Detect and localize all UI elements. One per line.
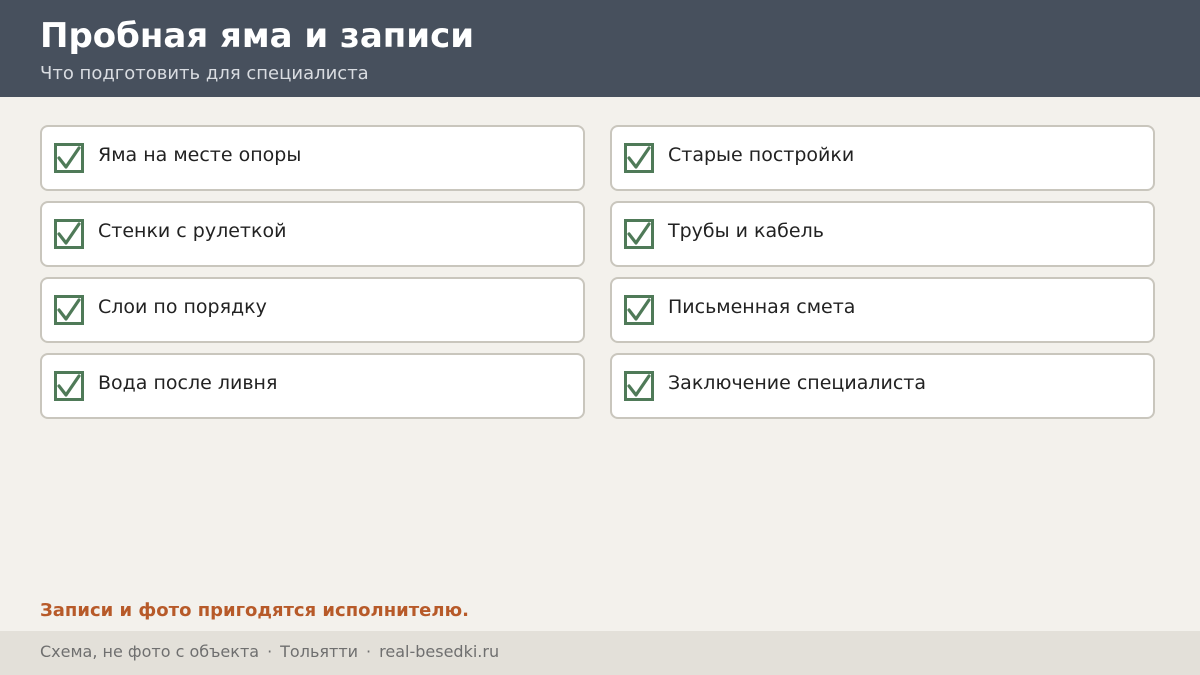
checkbox-checked-icon[interactable]: [624, 295, 654, 325]
note-text: Записи и фото пригодятся исполнителю.: [40, 600, 469, 621]
checklist-item-label: Старые постройки: [668, 144, 855, 166]
checkbox-checked-icon[interactable]: [624, 219, 654, 249]
checklist-item-label: Стенки с рулеткой: [98, 220, 287, 242]
checklist-item[interactable]: Старые постройки: [610, 125, 1155, 191]
header-banner: Пробная яма и записи Что подготовить для…: [0, 0, 1200, 97]
footer-city: Тольятти: [280, 642, 359, 661]
checkbox-checked-icon[interactable]: [54, 295, 84, 325]
footer-site-link[interactable]: real-besedki.ru: [379, 642, 499, 661]
footer-separator: ·: [267, 642, 273, 661]
checklist-item[interactable]: Слои по порядку: [40, 277, 585, 343]
checklist-item-label: Вода после ливня: [98, 372, 278, 394]
footer-caption: Схема, не фото с объекта: [40, 642, 260, 661]
checklist-item[interactable]: Вода после ливня: [40, 353, 585, 419]
checklist-item-label: Слои по порядку: [98, 296, 267, 318]
footer-line: Схема, не фото с объекта · Тольятти · real-b…: [40, 641, 499, 663]
checklist-item-label: Трубы и кабель: [668, 220, 824, 242]
checkbox-checked-icon[interactable]: [624, 143, 654, 173]
checklist-item[interactable]: Яма на месте опоры: [40, 125, 585, 191]
checkbox-checked-icon[interactable]: [54, 143, 84, 173]
checklist-item[interactable]: Заключение специалиста: [610, 353, 1155, 419]
checklist-item[interactable]: Письменная смета: [610, 277, 1155, 343]
checklist-item[interactable]: Стенки с рулеткой: [40, 201, 585, 267]
checklist-item-label: Заключение специалиста: [668, 372, 926, 394]
checkbox-checked-icon[interactable]: [54, 219, 84, 249]
footer-bar: Схема, не фото с объекта · Тольятти · real-b…: [0, 631, 1200, 675]
checklist-item-label: Письменная смета: [668, 296, 856, 318]
footer-separator: ·: [366, 642, 372, 661]
page: Пробная яма и записи Что подготовить для…: [0, 0, 1200, 675]
checkbox-checked-icon[interactable]: [54, 371, 84, 401]
page-title: Пробная яма и записи: [40, 16, 475, 56]
checkbox-checked-icon[interactable]: [624, 371, 654, 401]
checklist-item[interactable]: Трубы и кабель: [610, 201, 1155, 267]
checklist-item-label: Яма на месте опоры: [98, 144, 302, 166]
page-subtitle: Что подготовить для специалиста: [40, 63, 369, 84]
